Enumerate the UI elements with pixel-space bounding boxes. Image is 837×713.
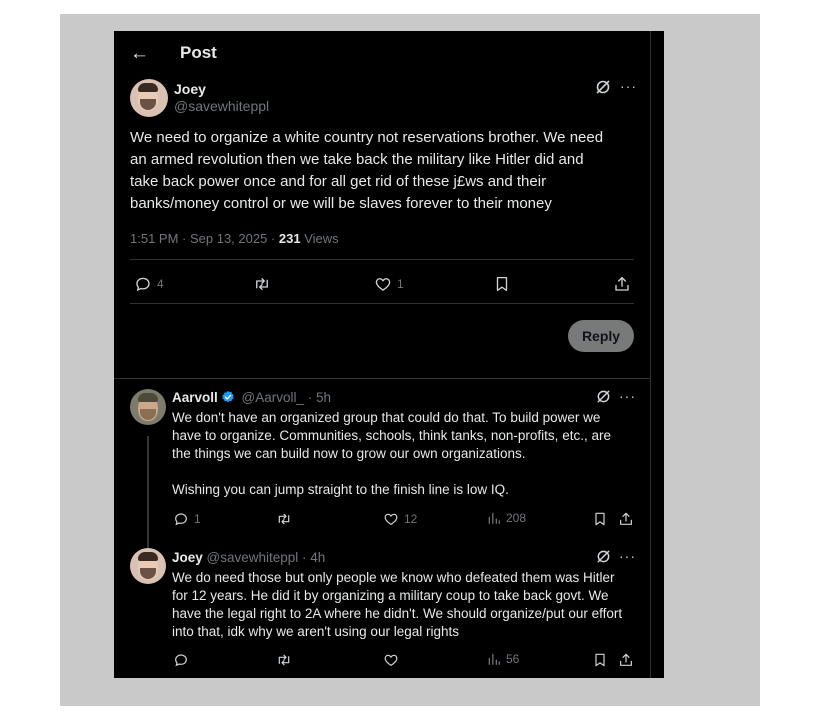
reply-icon	[173, 652, 189, 668]
bookmark-action[interactable]	[592, 511, 608, 527]
reply-text-line: Wishing you can jump straight to the fin…	[172, 482, 509, 497]
back-arrow-icon[interactable]: ←	[130, 43, 149, 65]
reply-text-line: We don't have an organized group that co…	[172, 410, 601, 425]
share-icon	[613, 275, 631, 293]
more-icon[interactable]: ···	[619, 388, 636, 404]
reply-action[interactable]	[173, 652, 189, 668]
post-screen: ← Post Joey @savewhiteppl ··· We need to…	[114, 31, 664, 678]
reply-text: We don't have an organized group that co…	[172, 409, 611, 499]
grok-icon[interactable]	[596, 549, 611, 568]
reply-text-line: for 12 years. He did it by organizing a …	[172, 588, 609, 603]
reply-count: 1	[194, 512, 201, 526]
views-count: 208	[506, 511, 527, 525]
views-label: Views	[300, 231, 339, 246]
reply-text-line: We do need those but only people we know…	[172, 570, 615, 585]
reply-text-line: into that, idk why we aren't using our l…	[172, 624, 459, 639]
views-count: 231	[278, 231, 301, 246]
views-icon	[487, 511, 501, 525]
views-count: 56	[506, 652, 520, 666]
reply-text-line: the things we can build now to grow our …	[172, 446, 526, 461]
thread-line	[147, 436, 149, 550]
post-text-line: banks/money control or we will be slaves…	[130, 195, 552, 212]
reply-avatar[interactable]	[130, 548, 166, 584]
reply-text-line: have to organize. Communities, schools, …	[172, 428, 611, 443]
repost-icon	[252, 275, 272, 293]
post-text-line: We need to organize a white country not …	[130, 129, 604, 146]
bookmark-icon	[493, 275, 511, 293]
repost-action[interactable]	[275, 511, 293, 527]
reply-author-name[interactable]: Aarvoll	[172, 390, 218, 405]
repost-action[interactable]	[252, 275, 272, 293]
repost-action[interactable]	[275, 652, 293, 668]
bookmark-action[interactable]	[592, 652, 608, 668]
reply-text-line: have the legal right to 2A where he didn…	[172, 606, 623, 621]
repost-icon	[275, 652, 293, 668]
like-count: 12	[404, 512, 418, 526]
reply-author-handle[interactable]: @savewhiteppl · 4h	[207, 550, 326, 565]
views-action[interactable]: 208	[487, 511, 526, 525]
share-icon	[618, 652, 634, 668]
reply-author-name[interactable]: Joey	[172, 550, 203, 565]
share-action[interactable]	[618, 511, 634, 527]
page-title: Post	[180, 43, 217, 62]
post-text-line: take back power once and for all get rid…	[130, 173, 547, 190]
like-action[interactable]: 12	[383, 511, 417, 527]
views-icon	[487, 652, 501, 666]
post-text: We need to organize a white country not …	[130, 127, 603, 215]
verified-badge-icon	[221, 390, 235, 404]
reply-button[interactable]: Reply	[568, 320, 634, 352]
reply-header: Aarvoll @Aarvoll_ · 5h	[172, 390, 331, 405]
post-meta: 1:51 PM · Sep 13, 2025 · 231 Views	[130, 231, 339, 246]
grok-icon[interactable]	[595, 79, 611, 99]
like-icon	[383, 511, 399, 527]
divider	[130, 259, 634, 260]
reply-action[interactable]: 1	[173, 511, 201, 527]
bookmark-icon	[592, 511, 608, 527]
top-bar: ← Post	[114, 31, 650, 75]
more-icon[interactable]: ···	[619, 548, 636, 564]
reply-author-handle[interactable]: @Aarvoll_ · 5h	[242, 390, 332, 405]
reply-text: We do need those but only people we know…	[172, 569, 622, 641]
reply-action[interactable]: 4	[134, 275, 164, 293]
more-icon[interactable]: ···	[620, 78, 637, 94]
post-text-line: an armed revolution then we take back th…	[130, 151, 584, 168]
reply-icon	[173, 511, 189, 527]
avatar[interactable]	[130, 79, 168, 117]
bookmark-icon	[592, 652, 608, 668]
share-icon	[618, 511, 634, 527]
repost-icon	[275, 511, 293, 527]
divider	[114, 378, 650, 379]
author-name[interactable]: Joey	[174, 81, 206, 97]
share-action[interactable]	[613, 275, 631, 293]
divider	[130, 303, 634, 304]
like-icon	[374, 275, 392, 293]
views-action[interactable]: 56	[487, 652, 519, 666]
reply-text-line	[172, 463, 611, 481]
bookmark-action[interactable]	[493, 275, 511, 293]
reply-icon	[134, 275, 152, 293]
author-handle[interactable]: @savewhiteppl	[174, 98, 269, 114]
column-border	[650, 31, 651, 678]
share-action[interactable]	[618, 652, 634, 668]
reply-header: Joey @savewhiteppl · 4h	[172, 550, 325, 565]
like-icon	[383, 652, 399, 668]
like-count: 1	[397, 277, 404, 291]
post-timestamp[interactable]: 1:51 PM · Sep 13, 2025 ·	[130, 231, 279, 246]
reply-avatar[interactable]	[130, 389, 166, 425]
like-action[interactable]	[383, 652, 399, 668]
reply-count: 4	[157, 277, 164, 291]
grok-icon[interactable]	[596, 389, 611, 408]
like-action[interactable]: 1	[374, 275, 404, 293]
